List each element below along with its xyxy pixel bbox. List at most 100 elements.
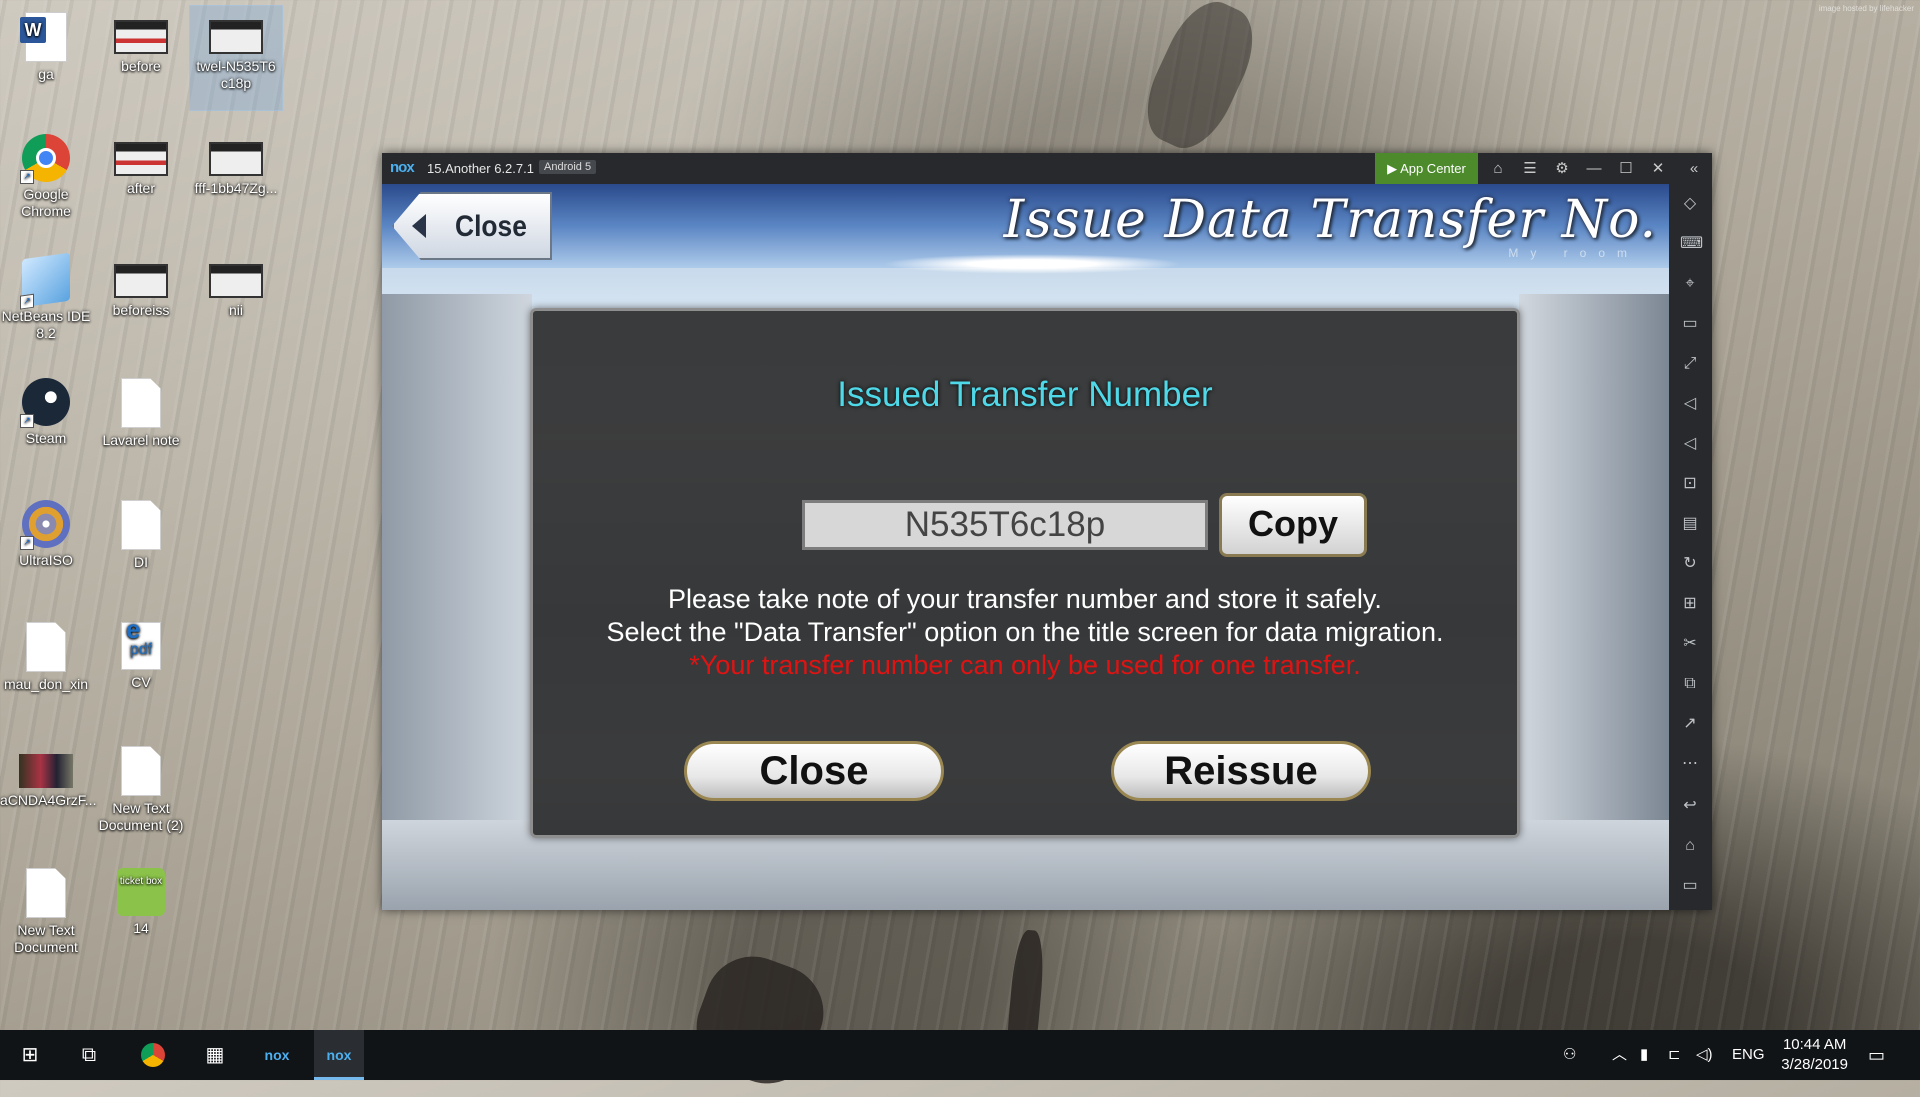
add-file-icon[interactable]: ⊞ <box>1680 594 1700 614</box>
clock-date: 3/28/2019 <box>1781 1056 1848 1073</box>
desktop-icon-label: ga <box>38 66 54 82</box>
shirt-skin-icon[interactable]: ⌂ <box>1482 153 1514 184</box>
fullscreen-icon[interactable]: ⤢ <box>1680 354 1700 374</box>
desktop-icon-label: Steam <box>25 430 67 446</box>
battery-icon[interactable]: ▮ <box>1640 1030 1648 1080</box>
desktop-icon-mau-don-xin[interactable]: mau_don_xin <box>0 616 92 693</box>
reissue-button[interactable]: Reissue <box>1111 741 1371 801</box>
desktop-icon-nii[interactable]: nii <box>190 250 282 319</box>
notification-center-icon[interactable]: ▭ <box>1868 1030 1885 1080</box>
transfer-number-field[interactable]: N535T6c18p <box>802 500 1208 550</box>
instruction-line-2: Select the "Data Transfer" option on the… <box>606 617 1444 647</box>
multi-instance-icon[interactable]: ⧉ <box>1680 674 1700 694</box>
top-close-label: Close <box>455 210 527 243</box>
desktop-icon-ga[interactable]: ga <box>0 6 92 83</box>
shortcut-arrow-icon: ↗ <box>20 293 34 310</box>
desktop-icon-twel[interactable]: twel-N535T6 c18p <box>189 5 283 111</box>
task-view-icon[interactable]: ⧉ <box>64 1030 114 1080</box>
show-hidden-icons-chevron[interactable]: ︿ <box>1612 1030 1627 1080</box>
keyboard-icon[interactable]: ⌨ <box>1680 234 1703 254</box>
android-screen[interactable]: Issue Data Transfer No. My room Close Is… <box>382 184 1669 910</box>
apk-install-icon[interactable]: ▤ <box>1680 514 1700 534</box>
screenshot-icon[interactable]: ⊡ <box>1680 474 1700 494</box>
minimize-icon[interactable]: — <box>1578 153 1610 184</box>
desktop-icon-lavarel-note[interactable]: Lavarel note <box>95 372 187 449</box>
scissors-icon[interactable]: ✂ <box>1680 634 1700 654</box>
text-file-icon <box>26 868 66 918</box>
desktop-icon-new-text-document-2[interactable]: New Text Document (2) <box>95 740 187 834</box>
settings-gear-icon[interactable]: ⚙ <box>1546 153 1578 184</box>
home-icon[interactable]: ⌂ <box>1680 836 1700 856</box>
desktop-icon-before[interactable]: before <box>95 6 187 75</box>
text-file-icon <box>121 746 161 796</box>
sync-icon[interactable]: ↻ <box>1680 554 1700 574</box>
desktop-icon-label: New Text Document <box>14 922 78 955</box>
warning-text: *Your transfer number can only be used f… <box>689 650 1361 680</box>
screenshot-thumbnail-icon <box>114 142 168 176</box>
desktop-icon-di[interactable]: DI <box>95 494 187 571</box>
nox-sidebar-toolbar: ◇ ⌨ ⌖ ▭ ⤢ ◁ ◁ ⊡ ▤ ↻ ⊞ ✂ ⧉ ↗ ⋯ ↩ ⌂ ▭ <box>1669 184 1712 910</box>
desktop-icon-label: twel-N535T6 c18p <box>196 58 276 91</box>
nox-emulator-window: nox 15.Another 6.2.7.1 Android 5 ▶ App C… <box>382 153 1712 910</box>
desktop-icon-14[interactable]: ticket box 14 <box>95 862 187 937</box>
copy-button[interactable]: Copy <box>1219 493 1367 557</box>
watermark-text: image hosted by lifehacker <box>1818 4 1914 13</box>
desktop-icon-steam[interactable]: ↗ Steam <box>0 372 92 447</box>
desktop-icon-label: fff-1bb47Zg... <box>194 180 278 196</box>
desktop-icon-label: beforeiss <box>112 302 170 318</box>
collapse-sidebar-icon[interactable]: « <box>1678 153 1710 184</box>
taskbar-nox-multi-icon[interactable]: nox <box>252 1030 302 1080</box>
windows-start-icon[interactable]: ⊞ <box>5 1030 55 1080</box>
desktop-icon-label: CV <box>131 674 151 690</box>
taskbar-app-icon[interactable]: ▦ <box>190 1030 240 1080</box>
desktop-icon-label: DI <box>134 554 148 570</box>
volume-up-icon[interactable]: ◁ <box>1680 394 1700 414</box>
desktop-icon-label: 14 <box>133 920 149 936</box>
resize-icon[interactable]: ↗ <box>1680 714 1700 734</box>
language-indicator[interactable]: ENG <box>1732 1030 1765 1080</box>
volume-icon[interactable]: ◁) <box>1696 1030 1713 1080</box>
maximize-icon[interactable]: ☐ <box>1610 153 1642 184</box>
desktop-icon-google-chrome[interactable]: ↗ Google Chrome <box>0 128 92 220</box>
desktop-icon-label: Google Chrome <box>21 186 71 219</box>
screenshot-thumbnail-icon <box>209 264 263 298</box>
desktop-icon-netbeans[interactable]: ↗ NetBeans IDE 8.2 <box>0 250 92 342</box>
desktop-icon-new-text-document[interactable]: New Text Document <box>0 862 92 956</box>
back-arrow-icon <box>412 214 426 238</box>
more-options-icon[interactable]: ⋯ <box>1680 754 1700 774</box>
disc-icon: ↗ <box>20 500 70 550</box>
desktop-icon-fff[interactable]: fff-1bb47Zg... <box>190 128 282 197</box>
screen-icon[interactable]: ▭ <box>1680 314 1700 334</box>
app-center-button[interactable]: ▶ App Center <box>1375 153 1478 184</box>
desktop-icon-label: nii <box>228 302 243 318</box>
volume-down-icon[interactable]: ◁ <box>1680 434 1700 454</box>
close-button[interactable]: Close <box>684 741 944 801</box>
close-window-icon[interactable]: ✕ <box>1642 153 1674 184</box>
desktop-icon-acnda4grzf[interactable]: aCNDA4GrzF... <box>0 740 96 809</box>
desktop-icon-ultraiso[interactable]: ↗ UltraISO <box>0 494 92 569</box>
back-icon[interactable]: ↩ <box>1680 796 1700 816</box>
screenshot-thumbnail-icon <box>114 20 168 54</box>
blank-file-icon <box>121 500 161 550</box>
taskbar-nox-icon[interactable]: nox <box>314 1030 364 1080</box>
blank-file-icon <box>121 378 161 428</box>
system-clock[interactable]: 10:44 AM 3/28/2019 <box>1781 1035 1848 1075</box>
dialog-title: Issued Transfer Number <box>837 375 1213 414</box>
netbeans-cube-icon: ↗ <box>20 252 70 310</box>
room-background-right <box>1519 294 1669 910</box>
window-titlebar[interactable]: nox 15.Another 6.2.7.1 Android 5 ▶ App C… <box>382 153 1712 184</box>
recent-apps-icon[interactable]: ▭ <box>1680 876 1700 896</box>
desktop-icon-after[interactable]: after <box>95 128 187 197</box>
taskbar-chrome-icon[interactable] <box>128 1030 178 1080</box>
screenshot-thumbnail-icon <box>114 264 168 298</box>
shortcut-arrow-icon: ↗ <box>20 536 34 550</box>
desktop-icon-beforeiss[interactable]: beforeiss <box>95 250 187 319</box>
network-icon[interactable]: ⊏ <box>1668 1030 1681 1080</box>
keyboard-mapping-icon[interactable]: ◇ <box>1680 194 1700 214</box>
screenshot-thumbnail-icon <box>209 20 263 54</box>
top-close-button[interactable]: Close <box>392 192 552 260</box>
menu-icon[interactable]: ☰ <box>1514 153 1546 184</box>
location-pin-icon[interactable]: ⌖ <box>1680 274 1700 294</box>
desktop-icon-cv[interactable]: pdf CV <box>95 616 187 691</box>
people-icon[interactable]: ⚇ <box>1563 1030 1576 1080</box>
